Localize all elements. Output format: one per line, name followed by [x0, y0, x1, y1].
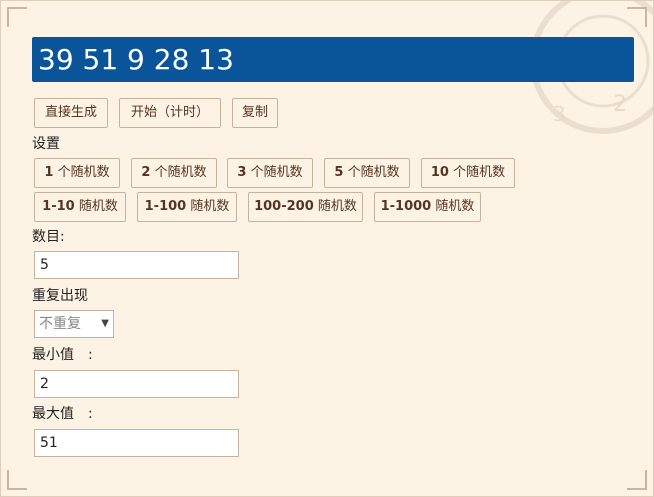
max-label: 最大值 :: [32, 406, 93, 422]
count-input[interactable]: [34, 251, 239, 279]
count-option-1[interactable]: 1 个随机数: [34, 158, 120, 188]
start-timer-button[interactable]: 开始（计时）: [119, 98, 221, 128]
repeat-select[interactable]: 不重复 ▼: [34, 310, 114, 338]
max-input[interactable]: [34, 429, 239, 457]
settings-label: 设置: [32, 136, 60, 152]
range-option-1-100[interactable]: 1-100 随机数: [137, 192, 237, 222]
min-input[interactable]: [34, 370, 239, 398]
repeat-select-value: 不重复: [39, 316, 81, 332]
count-option-3[interactable]: 3 个随机数: [227, 158, 313, 188]
corner-ornament: [7, 7, 27, 27]
generate-button[interactable]: 直接生成: [34, 98, 108, 128]
repeat-label: 重复出现: [32, 288, 88, 304]
svg-text:2: 2: [613, 92, 627, 117]
count-option-10[interactable]: 10 个随机数: [421, 158, 515, 188]
range-option-1-1000[interactable]: 1-1000 随机数: [374, 192, 481, 222]
corner-ornament: [627, 470, 647, 490]
corner-ornament: [7, 470, 27, 490]
count-label: 数目:: [32, 229, 65, 245]
range-option-1-10[interactable]: 1-10 随机数: [34, 192, 126, 222]
min-label: 最小值 :: [32, 347, 93, 363]
chevron-down-icon: ▼: [101, 318, 109, 329]
copy-button[interactable]: 复制: [232, 98, 278, 128]
corner-ornament: [627, 7, 647, 27]
svg-text:3: 3: [553, 102, 566, 126]
count-option-2[interactable]: 2 个随机数: [131, 158, 217, 188]
range-option-100-200[interactable]: 100-200 随机数: [248, 192, 363, 222]
count-option-5[interactable]: 5 个随机数: [324, 158, 410, 188]
result-display: 39 51 9 28 13: [32, 37, 634, 82]
